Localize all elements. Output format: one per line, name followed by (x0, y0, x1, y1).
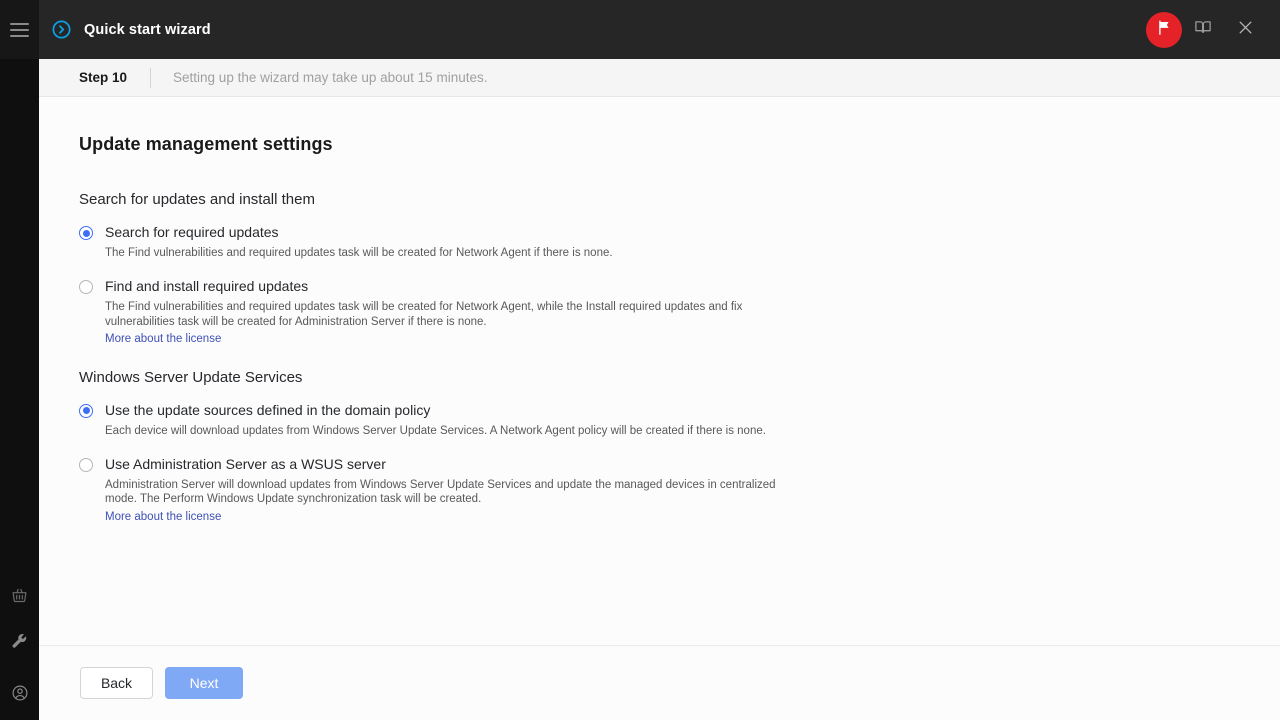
main-content: Update management settings Search for up… (39, 98, 1280, 645)
radio-row[interactable]: Search for required updates (79, 224, 1240, 240)
wrench-icon (11, 634, 28, 651)
radio-option-domain-policy-sources[interactable]: Use the update sources defined in the do… (79, 402, 1240, 438)
rail-item-tools[interactable] (0, 619, 39, 666)
step-note-label: Setting up the wizard may take up about … (173, 70, 487, 85)
window-header: Quick start wizard (39, 0, 1280, 59)
app-root: Quick start wizard (0, 0, 1280, 720)
marketplace-basket-icon (11, 587, 28, 604)
menu-toggle-button[interactable] (0, 0, 39, 59)
radio-label[interactable]: Use Administration Server as a WSUS serv… (105, 456, 386, 472)
account-circle-icon (11, 684, 29, 702)
page-title: Update management settings (79, 134, 1240, 155)
radio-option-search-required-updates[interactable]: Search for required updates The Find vul… (79, 224, 1240, 260)
next-button[interactable]: Next (165, 667, 243, 699)
book-icon (1194, 18, 1212, 41)
radio-group-wsus: Use the update sources defined in the do… (79, 402, 1240, 525)
radio-label[interactable]: Use the update sources defined in the do… (105, 402, 430, 418)
section-title-wsus: Windows Server Update Services (79, 369, 1240, 386)
section-title-search-updates: Search for updates and install them (79, 191, 1240, 208)
radio-description: The Find vulnerabilities and required up… (105, 300, 805, 329)
radio-group-search-updates: Search for required updates The Find vul… (79, 224, 1240, 347)
radio-label[interactable]: Find and install required updates (105, 278, 308, 294)
radio-row[interactable]: Use Administration Server as a WSUS serv… (79, 456, 1240, 472)
header-actions (1146, 9, 1280, 51)
arrow-right-circle-icon (50, 19, 72, 41)
more-about-license-link[interactable]: More about the license (105, 333, 221, 345)
radio-description: The Find vulnerabilities and required up… (105, 246, 805, 260)
radio-option-find-install-required-updates[interactable]: Find and install required updates The Fi… (79, 278, 1240, 347)
step-number-label: Step 10 (79, 70, 127, 85)
radio-indicator-domain-policy-sources[interactable] (79, 404, 93, 418)
step-divider (150, 68, 151, 88)
radio-row[interactable]: Find and install required updates (79, 278, 1240, 294)
rail-bottom-group (0, 572, 39, 720)
radio-indicator-find-install-required-updates[interactable] (79, 280, 93, 294)
radio-indicator-admin-server-wsus[interactable] (79, 458, 93, 472)
radio-description: Administration Server will download upda… (105, 478, 805, 507)
wizard-footer: Back Next (39, 645, 1280, 720)
close-button[interactable] (1224, 9, 1266, 51)
radio-description: Each device will download updates from W… (105, 424, 805, 438)
radio-indicator-search-required-updates[interactable] (79, 226, 93, 240)
radio-option-admin-server-wsus[interactable]: Use Administration Server as a WSUS serv… (79, 456, 1240, 525)
back-button[interactable]: Back (80, 667, 153, 699)
rail-item-marketplace[interactable] (0, 572, 39, 619)
step-bar: Step 10 Setting up the wizard may take u… (39, 59, 1280, 97)
help-button[interactable] (1182, 9, 1224, 51)
radio-label[interactable]: Search for required updates (105, 224, 279, 240)
left-icon-rail (0, 0, 39, 720)
more-about-license-link[interactable]: More about the license (105, 511, 221, 523)
window-title: Quick start wizard (84, 22, 211, 38)
radio-row[interactable]: Use the update sources defined in the do… (79, 402, 1240, 418)
hamburger-menu-icon[interactable] (10, 23, 29, 37)
flag-button[interactable] (1146, 12, 1182, 48)
close-icon (1237, 19, 1254, 41)
rail-item-account[interactable] (0, 666, 39, 720)
flag-icon (1156, 19, 1173, 41)
